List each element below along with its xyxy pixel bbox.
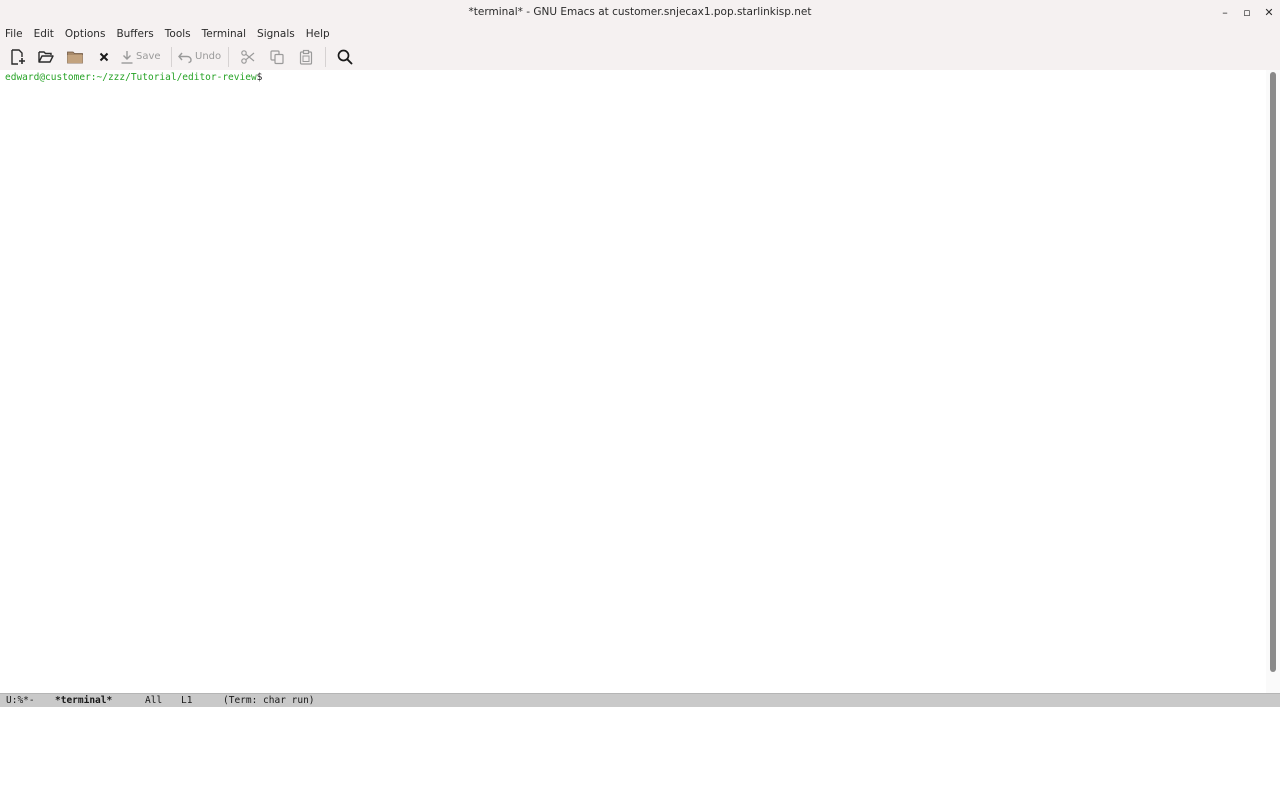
vertical-scrollbar[interactable]: [1266, 70, 1280, 693]
menu-tools[interactable]: Tools: [159, 28, 196, 40]
undo-button[interactable]: Undo: [177, 45, 223, 69]
menu-file[interactable]: File: [0, 28, 28, 40]
save-button[interactable]: Save: [118, 45, 166, 69]
scrollbar-thumb[interactable]: [1270, 72, 1276, 672]
menu-signals[interactable]: Signals: [251, 28, 300, 40]
toolbar: Save Undo: [0, 43, 1280, 70]
mode-line: U:%*- *terminal* All L1 (Term: char run): [0, 693, 1280, 707]
title-bar: *terminal* - GNU Emacs at customer.snjec…: [0, 0, 1280, 24]
modeline-position: All: [145, 695, 163, 706]
new-file-button[interactable]: [5, 45, 31, 69]
cut-icon: [241, 49, 255, 64]
maximize-button[interactable]: ▫: [1236, 0, 1258, 24]
paste-button[interactable]: [292, 45, 320, 69]
menu-options[interactable]: Options: [59, 28, 111, 40]
close-icon: ✕: [1264, 5, 1274, 19]
modeline-status: U:%*-: [6, 695, 35, 706]
save-icon: [121, 50, 133, 64]
undo-label: Undo: [195, 51, 222, 62]
close-window-button[interactable]: ✕: [1258, 0, 1280, 24]
copy-icon: [270, 49, 284, 64]
menu-bar: File Edit Options Buffers Tools Terminal…: [0, 24, 1280, 43]
dired-button[interactable]: [60, 45, 90, 69]
text-cursor: [262, 71, 268, 82]
modeline-major-mode[interactable]: (Term: char run): [223, 694, 315, 707]
shell-prompt: edward@customer:~/zzz/Tutorial/editor-re…: [5, 71, 268, 84]
maximize-icon: ▫: [1243, 5, 1251, 19]
paste-icon: [299, 49, 313, 65]
minimize-button[interactable]: –: [1214, 0, 1236, 24]
toolbar-separator: [228, 46, 229, 67]
undo-icon: [178, 52, 192, 63]
copy-button[interactable]: [262, 45, 292, 69]
cut-button[interactable]: [234, 45, 262, 69]
kill-buffer-button[interactable]: [90, 45, 118, 69]
search-button[interactable]: [331, 45, 359, 69]
new-file-icon: [11, 48, 25, 65]
close-buffer-icon: [99, 52, 109, 61]
menu-terminal[interactable]: Terminal: [196, 28, 251, 40]
terminal-buffer[interactable]: edward@customer:~/zzz/Tutorial/editor-re…: [0, 70, 1266, 693]
window-title: *terminal* - GNU Emacs at customer.snjec…: [468, 6, 812, 18]
menu-edit[interactable]: Edit: [28, 28, 59, 40]
dired-folder-icon: [67, 51, 83, 63]
modeline-line-number: L1: [181, 695, 193, 706]
toolbar-separator: [171, 46, 172, 67]
menu-help[interactable]: Help: [300, 28, 335, 40]
open-folder-icon: [37, 50, 54, 63]
prompt-path: edward@customer:~/zzz/Tutorial/editor-re…: [5, 72, 257, 83]
toolbar-separator: [325, 46, 326, 67]
window-controls: – ▫ ✕: [1214, 0, 1280, 24]
modeline-buffer-name[interactable]: *terminal*: [55, 694, 112, 707]
save-label: Save: [136, 51, 161, 62]
search-icon: [337, 49, 353, 64]
open-file-button[interactable]: [31, 45, 60, 69]
minimize-icon: –: [1222, 5, 1228, 19]
echo-area[interactable]: [0, 707, 1280, 720]
emacs-window: *terminal* - GNU Emacs at customer.snjec…: [0, 0, 1280, 720]
menu-buffers[interactable]: Buffers: [110, 28, 158, 40]
